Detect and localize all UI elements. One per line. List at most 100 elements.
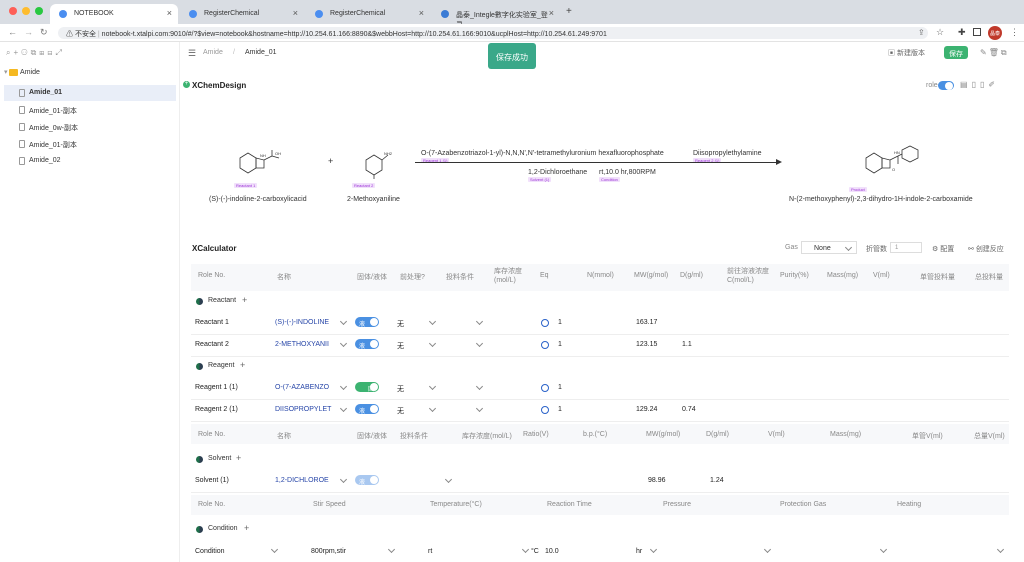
chevron-down-icon[interactable]: [339, 382, 348, 391]
reactant1-eq-radio[interactable]: [541, 319, 549, 327]
chevron-down-icon[interactable]: [387, 545, 396, 554]
maximize-window-button[interactable]: [35, 7, 43, 15]
reagent2-name-select[interactable]: DIISOPROPYLET: [275, 406, 333, 413]
reactant2-name-select[interactable]: 2-METHOXYANII: [275, 341, 333, 348]
role-toggle[interactable]: [938, 81, 954, 90]
expand-icon[interactable]: ⤢: [55, 48, 64, 57]
solvent-name-select[interactable]: 1,2-DICHLOROE: [275, 477, 333, 484]
temperature-input[interactable]: rt: [428, 548, 432, 555]
heating-chevron-icon[interactable]: [996, 545, 1005, 554]
sidepanel-icon[interactable]: [973, 28, 981, 36]
sidebar-item-amide-02[interactable]: Amide_02: [4, 153, 176, 169]
chevron-down-icon[interactable]: [270, 545, 279, 554]
edit-icon[interactable]: ✎: [980, 48, 989, 57]
chevron-down-icon[interactable]: [339, 404, 348, 413]
reagent2-pretreat-select[interactable]: 无: [397, 406, 404, 416]
reagent2-state-toggle[interactable]: 液: [355, 404, 379, 415]
menu-toggle-icon[interactable]: ☰: [188, 48, 196, 59]
plus-sign: +: [328, 156, 334, 166]
reactant2-eq-radio[interactable]: [541, 341, 549, 349]
add-icon[interactable]: +: [13, 48, 21, 57]
back-icon[interactable]: ←: [8, 27, 17, 37]
reload-icon[interactable]: ↻: [40, 27, 48, 38]
file-icon[interactable]: ▯: [972, 80, 980, 89]
sidebar-item-amide-01-copy2[interactable]: Amide_01-副本: [4, 136, 176, 152]
chevron-down-icon[interactable]: [475, 382, 484, 391]
add-reagent-button[interactable]: +: [240, 360, 245, 370]
chevron-down-icon[interactable]: [475, 317, 484, 326]
image-icon[interactable]: ▤: [960, 80, 972, 89]
reagent2-eq-radio[interactable]: [541, 406, 549, 414]
reactant2-state-toggle[interactable]: 液: [355, 339, 379, 350]
reactant2-pretreat-select[interactable]: 无: [397, 341, 404, 351]
browser-tab-login[interactable]: 晶泰_Integle數字化实验室_登录×: [432, 4, 560, 29]
delete-icon[interactable]: 🗑: [989, 48, 1001, 57]
save-button[interactable]: 保存: [944, 46, 968, 59]
chevron-down-icon[interactable]: [339, 475, 348, 484]
close-window-button[interactable]: [9, 7, 17, 15]
reactant1-state-toggle[interactable]: 液: [355, 317, 379, 328]
close-tab-icon[interactable]: ×: [293, 8, 298, 18]
chevron-down-icon[interactable]: [475, 339, 484, 348]
profile-avatar[interactable]: 晶泰: [988, 26, 1002, 40]
reagent1-name-select[interactable]: O-(7-AZABENZO: [275, 384, 333, 391]
chevron-down-icon[interactable]: [521, 545, 530, 554]
solvent-state-toggle[interactable]: 液: [355, 475, 379, 486]
chevron-down-icon[interactable]: [428, 404, 437, 413]
folder-amide[interactable]: ▾ Amide: [4, 68, 40, 76]
add-module-icon[interactable]: +: [183, 81, 190, 88]
reagent1-pretreat-select[interactable]: 无: [397, 384, 404, 394]
reactant2-eq[interactable]: 1: [558, 341, 562, 348]
reagent2-eq[interactable]: 1: [558, 406, 562, 413]
sidebar-item-amide-01[interactable]: Amide_01: [4, 85, 176, 101]
minimize-window-button[interactable]: [22, 7, 30, 15]
chevron-down-icon[interactable]: [339, 339, 348, 348]
browser-tab-register2[interactable]: RegisterChemical ×: [306, 4, 430, 24]
forward-icon[interactable]: →: [24, 27, 33, 37]
reagent1-eq[interactable]: 1: [558, 384, 562, 391]
time-unit-select[interactable]: hr: [636, 548, 642, 555]
browser-tab-register1[interactable]: RegisterChemical ×: [180, 4, 304, 24]
reaction-time-input[interactable]: 10.0: [545, 548, 559, 555]
browser-tab-notebook[interactable]: NOTEBOOK ×: [50, 4, 178, 24]
chevron-down-icon[interactable]: [428, 382, 437, 391]
reagent1-state-toggle[interactable]: 固: [355, 382, 379, 393]
browser-menu-icon[interactable]: ⋮: [1010, 27, 1019, 38]
breadcrumb-root[interactable]: Amide: [203, 49, 223, 56]
reactant1-name-select[interactable]: (S)-(-)-INDOLINE: [275, 319, 333, 326]
reactant1-pretreat-select[interactable]: 无: [397, 319, 404, 329]
copy-icon[interactable]: ⧉: [1001, 48, 1009, 57]
col-single-feed: 单管投料量: [920, 274, 955, 281]
user-icon[interactable]: ⚇: [21, 48, 30, 57]
create-reaction-button[interactable]: ⚯ 创建反应: [968, 244, 1004, 254]
close-tab-icon[interactable]: ×: [549, 8, 554, 18]
sidebar-item-amide-01-copy[interactable]: Amide_01-副本: [4, 102, 176, 118]
chevron-down-icon[interactable]: [428, 339, 437, 348]
copy-icon[interactable]: ⧉: [31, 48, 40, 57]
stir-speed-select[interactable]: 800rpm,stir: [311, 548, 346, 555]
chevron-down-icon[interactable]: [444, 475, 453, 484]
chevron-down-icon[interactable]: [475, 404, 484, 413]
close-tab-icon[interactable]: ×: [167, 8, 172, 18]
extensions-icon[interactable]: ✚: [958, 27, 966, 38]
reactant1-eq[interactable]: 1: [558, 319, 562, 326]
edit-icon[interactable]: ✐: [988, 80, 999, 89]
new-version-button[interactable]: ▣ 新建版本: [888, 48, 925, 58]
fold-count-input[interactable]: 1: [890, 242, 922, 253]
pressure-chevron-icon[interactable]: [763, 545, 772, 554]
config-button[interactable]: ⚙ 配置: [932, 244, 954, 254]
reagent1-eq-radio[interactable]: [541, 384, 549, 392]
chevron-down-icon[interactable]: [428, 317, 437, 326]
add-condition-button[interactable]: +: [244, 523, 249, 533]
new-tab-button[interactable]: +: [566, 6, 572, 17]
share-icon[interactable]: ⇪: [918, 28, 925, 37]
add-solvent-button[interactable]: +: [236, 453, 241, 463]
sidebar-item-amide-0w-copy[interactable]: Amide_0w-副本: [4, 119, 176, 135]
gas-chevron-icon[interactable]: [879, 545, 888, 554]
chevron-down-icon[interactable]: [339, 317, 348, 326]
chevron-down-icon[interactable]: [649, 545, 658, 554]
close-tab-icon[interactable]: ×: [419, 8, 424, 18]
bookmark-star-icon[interactable]: ☆: [936, 27, 944, 38]
add-reactant-button[interactable]: +: [242, 295, 247, 305]
url-field[interactable]: ⚠ 不安全 | notebook-t.xtalpi.com:9010/#/?$v…: [58, 27, 928, 39]
